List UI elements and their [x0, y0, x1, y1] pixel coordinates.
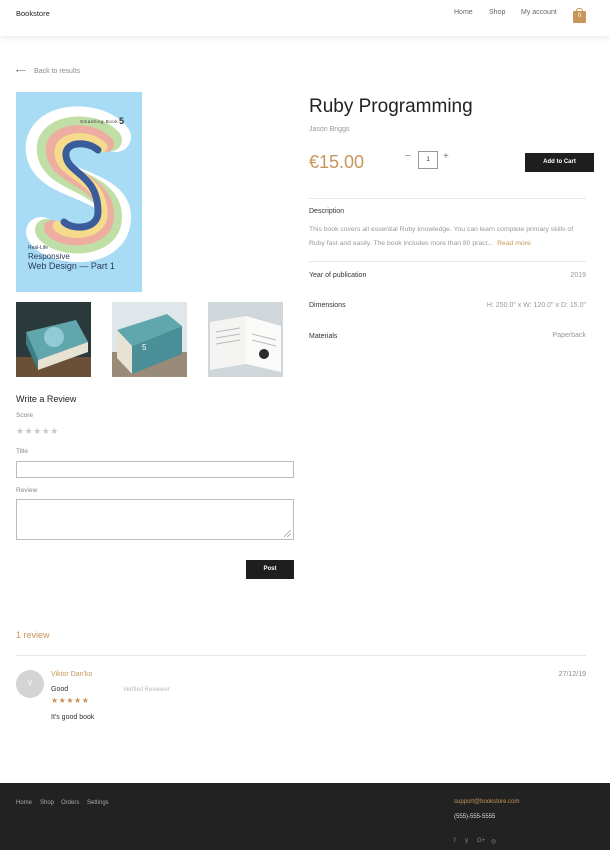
write-review-heading: Write a Review [16, 394, 77, 404]
quantity-increase-button[interactable]: + [443, 151, 449, 162]
description-body: This book covers all essential Ruby know… [309, 226, 574, 247]
cover-line-3: Web Design — Part 1 [28, 261, 115, 271]
footer-link-shop[interactable]: Shop [40, 800, 54, 806]
add-to-cart-button[interactable]: Add to Cart [525, 153, 594, 172]
review-title: Good [51, 686, 69, 693]
review-count: 1 review [16, 630, 50, 640]
divider [309, 198, 586, 199]
svg-text:5: 5 [142, 343, 147, 352]
site-footer: Home Shop Orders Settings support@bookst… [0, 783, 610, 850]
spec-year-value: 2019 [570, 272, 586, 279]
divider [309, 261, 586, 262]
cover-line-2: Responsive [28, 252, 70, 261]
reviewer-name: Viktor Dan'ko [51, 671, 93, 678]
resize-handle-icon[interactable] [284, 530, 291, 537]
back-to-results-link[interactable]: ⟵ Back to results [16, 67, 80, 75]
back-label: Back to results [34, 68, 80, 75]
footer-link-home[interactable]: Home [16, 800, 32, 806]
spec-dimensions-value: H: 250.0" x W: 120.0" x D: 15.0" [486, 302, 586, 309]
arrow-left-icon: ⟵ [16, 68, 27, 75]
avatar: V [16, 670, 44, 698]
twitter-icon[interactable]: y [465, 838, 468, 844]
spec-year-label: Year of publication [309, 272, 367, 279]
thumbnail-2[interactable]: 5 [112, 302, 187, 377]
verified-badge: Verified Reviewer [123, 687, 170, 693]
post-review-button[interactable]: Post [246, 560, 294, 579]
spec-materials-label: Materials [309, 333, 338, 340]
product-title: Ruby Programming [309, 96, 473, 117]
cover-series: Smashing Book [80, 119, 119, 124]
thumbnail-1[interactable] [16, 302, 91, 377]
cart-icon[interactable]: 0 [573, 8, 586, 23]
spec-dimensions-label: Dimensions [309, 302, 346, 309]
review-title-input[interactable] [16, 461, 294, 478]
review-star-rating: ★★★★★ [51, 696, 90, 705]
cart-count: 0 [577, 13, 582, 19]
brand-logo[interactable]: Bookstore [16, 9, 50, 18]
product-main-image[interactable]: Smashing Book 5 Real-Life Responsive Web… [16, 92, 142, 292]
score-star-rating[interactable]: ★★★★★ [16, 426, 59, 437]
thumbnail-3[interactable] [208, 302, 283, 377]
product-price: €15.00 [309, 152, 365, 172]
spec-materials-value: Paperback [552, 332, 586, 339]
divider [16, 655, 586, 656]
product-author[interactable]: Jason Briggs [309, 126, 349, 133]
read-more-link[interactable]: Read more [497, 240, 531, 247]
nav-home[interactable]: Home [454, 9, 473, 16]
review-label: Review [16, 487, 38, 494]
site-header: Bookstore Home Shop My account 0 [0, 0, 610, 36]
nav-shop[interactable]: Shop [489, 9, 505, 16]
footer-phone: (555)-555-5555 [454, 814, 496, 820]
review-body: It's good book [51, 714, 95, 721]
description-text: This book covers all essential Ruby know… [309, 223, 589, 250]
footer-email[interactable]: support@bookstore.com [454, 799, 519, 805]
score-label: Score [16, 412, 33, 419]
footer-link-settings[interactable]: Settings [87, 800, 109, 806]
instagram-icon[interactable]: ◎ [491, 838, 496, 845]
cover-number: 5 [119, 116, 125, 126]
quantity-input[interactable]: 1 [418, 151, 438, 169]
description-label: Description [309, 208, 345, 215]
nav-my-account[interactable]: My account [521, 9, 557, 16]
review-date: 27/12/19 [558, 671, 586, 678]
cover-line-1: Real-Life [28, 245, 49, 251]
title-label: Title [16, 448, 29, 455]
facebook-icon[interactable]: f [454, 838, 456, 844]
google-plus-icon[interactable]: G+ [477, 838, 485, 844]
review-textarea[interactable] [16, 499, 294, 540]
quantity-decrease-button[interactable]: − [405, 151, 411, 162]
footer-link-orders[interactable]: Orders [61, 800, 79, 806]
